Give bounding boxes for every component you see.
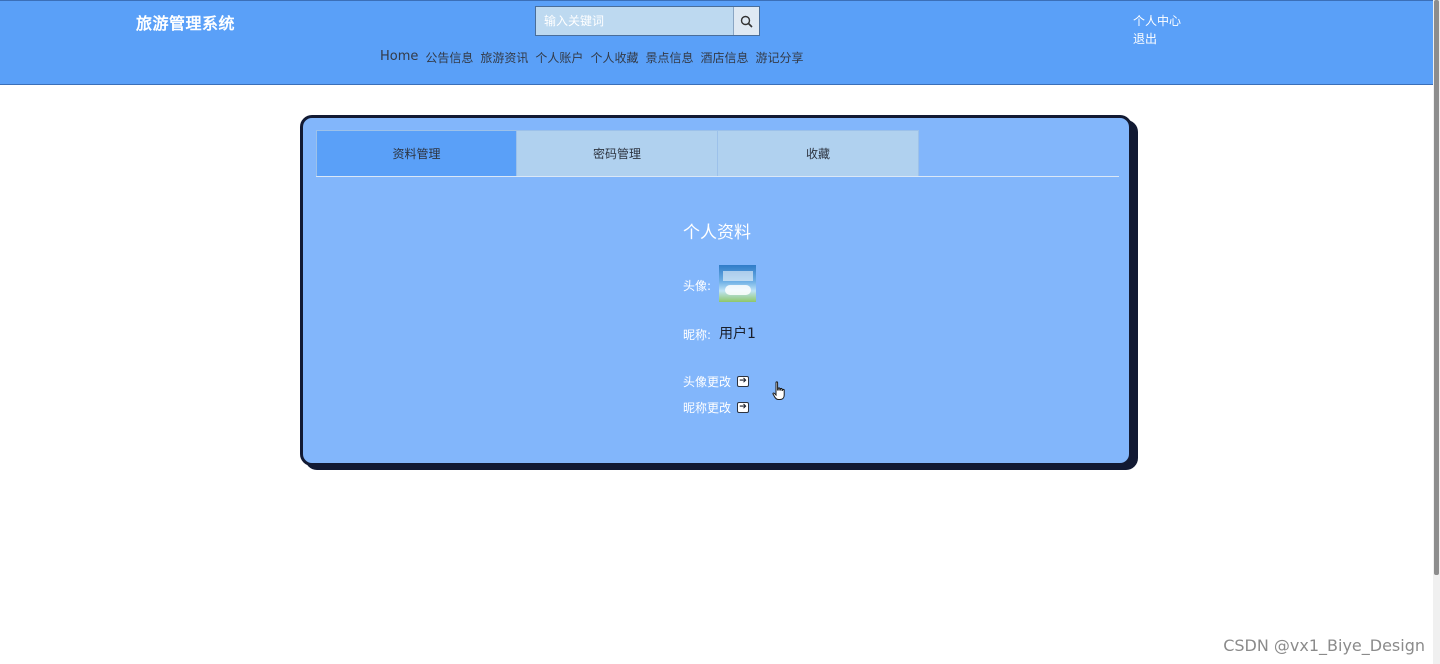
profile-title: 个人资料 (683, 223, 751, 243)
change-avatar-label: 头像更改 (683, 375, 732, 389)
nickname-value: 用户1 (719, 326, 756, 342)
arrow-right-box-icon: ➔ (737, 376, 750, 387)
nav-personal-favorites[interactable]: 个人收藏 (590, 49, 638, 66)
top-header: 旅游管理系统 Home 公告信息 旅游资讯 个人账户 个人收藏 景点信息 酒店信… (0, 0, 1433, 85)
user-links: 个人中心 退出 (1133, 12, 1181, 48)
tab-profile-management[interactable]: 资料管理 (316, 130, 517, 176)
search-icon (740, 15, 753, 28)
nav-announcements[interactable]: 公告信息 (425, 49, 473, 66)
avatar-image-cloud (725, 285, 751, 295)
scrollbar-thumb[interactable] (1434, 0, 1439, 575)
search-box (535, 6, 760, 36)
hand-pointer-icon (772, 381, 785, 400)
change-avatar-link[interactable]: 头像更改 ➔ (683, 373, 750, 390)
profile-card: 资料管理 密码管理 收藏 个人资料 头像: 昵称: 用户1 头像更改 ➔ 昵称更… (300, 115, 1132, 466)
tab-bar: 资料管理 密码管理 收藏 (316, 130, 1119, 177)
tab-password-management[interactable]: 密码管理 (517, 130, 718, 176)
watermark: CSDN @vx1_Biye_Design (1223, 636, 1425, 655)
search-input[interactable] (536, 7, 733, 35)
nav-attractions[interactable]: 景点信息 (645, 49, 693, 66)
avatar (719, 265, 756, 302)
logout-link[interactable]: 退出 (1133, 30, 1181, 48)
nav-travel-news[interactable]: 旅游资讯 (480, 49, 528, 66)
personal-center-link[interactable]: 个人中心 (1133, 12, 1181, 30)
tab-favorites[interactable]: 收藏 (718, 130, 919, 176)
search-button[interactable] (733, 7, 759, 35)
change-nickname-label: 昵称更改 (683, 401, 732, 415)
nav-travel-notes[interactable]: 游记分享 (755, 49, 803, 66)
nav-home[interactable]: Home (380, 49, 418, 66)
page-scrollbar[interactable] (1433, 0, 1440, 664)
site-title: 旅游管理系统 (136, 14, 236, 33)
nickname-label: 昵称: (683, 328, 712, 342)
arrow-right-box-icon: ➔ (737, 402, 750, 413)
avatar-label: 头像: (683, 279, 712, 293)
avatar-image-text (723, 271, 753, 281)
nav-hotels[interactable]: 酒店信息 (700, 49, 748, 66)
nav-personal-account[interactable]: 个人账户 (535, 49, 583, 66)
change-nickname-link[interactable]: 昵称更改 ➔ (683, 399, 750, 416)
main-nav: Home 公告信息 旅游资讯 个人账户 个人收藏 景点信息 酒店信息 游记分享 (380, 49, 804, 66)
